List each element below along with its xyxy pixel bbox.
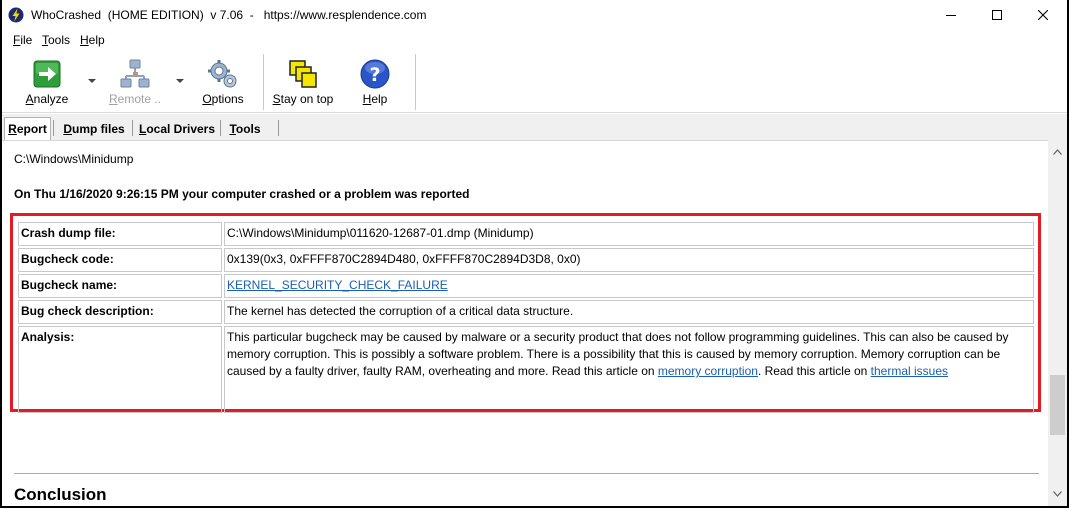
window-title: WhoCrashed (HOME EDITION) v 7.06 - https… bbox=[31, 8, 427, 22]
chevron-up-icon bbox=[1053, 149, 1062, 155]
vertical-scrollbar[interactable] bbox=[1048, 140, 1067, 506]
tab-separator bbox=[220, 120, 221, 136]
close-button[interactable] bbox=[1020, 0, 1066, 30]
remote-dropdown-arrow[interactable] bbox=[176, 79, 184, 83]
section-divider bbox=[14, 473, 1039, 474]
minidump-path: C:\Windows\Minidump bbox=[14, 152, 134, 166]
title-bar: WhoCrashed (HOME EDITION) v 7.06 - https… bbox=[2, 0, 1067, 30]
svg-text:?: ? bbox=[369, 64, 380, 86]
crash-heading: On Thu 1/16/2020 9:26:15 PM your compute… bbox=[14, 187, 470, 201]
table-row: Analysis: This particular bugcheck may b… bbox=[18, 326, 1034, 413]
tab-tools[interactable]: Tools bbox=[224, 118, 266, 140]
gears-icon bbox=[208, 60, 237, 88]
memory-corruption-link[interactable]: memory corruption bbox=[658, 364, 758, 378]
dump-file-label: Crash dump file: bbox=[18, 222, 222, 246]
scroll-up-button[interactable] bbox=[1048, 140, 1067, 164]
analyze-arrow-icon bbox=[33, 60, 61, 88]
minimize-button[interactable] bbox=[928, 0, 974, 30]
menu-help[interactable]: Help bbox=[80, 33, 105, 47]
table-row: Crash dump file: C:\Windows\Minidump\011… bbox=[18, 222, 1034, 246]
scroll-thumb[interactable] bbox=[1050, 375, 1065, 435]
tab-separator bbox=[132, 120, 133, 136]
remote-button[interactable]: Remote .. bbox=[105, 56, 165, 110]
bugcheck-name-cell: KERNEL_SECURITY_CHECK_FAILURE bbox=[224, 274, 1034, 298]
tab-dump-files[interactable]: Dump files bbox=[58, 118, 130, 140]
tab-report[interactable]: Report bbox=[4, 117, 51, 140]
app-window: WhoCrashed (HOME EDITION) v 7.06 - https… bbox=[2, 0, 1067, 506]
tab-local-drivers[interactable]: Local Drivers bbox=[137, 118, 217, 140]
toolbar: Analyze Remote .. Options Stay on top ? … bbox=[2, 50, 1067, 113]
description-value: The kernel has detected the corruption o… bbox=[224, 300, 1034, 324]
analyze-dropdown-arrow[interactable] bbox=[88, 79, 96, 83]
menu-tools[interactable]: Tools bbox=[42, 33, 70, 47]
scroll-down-button[interactable] bbox=[1048, 482, 1067, 506]
report-content[interactable]: C:\Windows\Minidump On Thu 1/16/2020 9:2… bbox=[2, 140, 1048, 506]
crash-info-table: Crash dump file: C:\Windows\Minidump\011… bbox=[16, 220, 1036, 415]
tab-bar: Report Dump files Local Drivers Tools bbox=[2, 114, 1067, 140]
conclusion-heading: Conclusion bbox=[14, 485, 107, 504]
chevron-down-icon bbox=[1053, 491, 1062, 497]
table-row: Bug check description: The kernel has de… bbox=[18, 300, 1034, 324]
analyze-button[interactable]: Analyze bbox=[19, 56, 75, 110]
menu-file[interactable]: File bbox=[13, 33, 32, 47]
menu-bar: File Tools Help bbox=[2, 30, 1067, 50]
lightning-app-icon bbox=[8, 7, 24, 23]
analysis-label: Analysis: bbox=[18, 326, 222, 413]
bugcheck-name-link[interactable]: KERNEL_SECURITY_CHECK_FAILURE bbox=[227, 278, 448, 292]
network-icon bbox=[120, 59, 150, 88]
maximize-icon bbox=[992, 10, 1002, 20]
close-icon bbox=[1038, 10, 1048, 20]
help-question-icon: ? bbox=[360, 59, 390, 89]
minimize-icon bbox=[946, 15, 956, 16]
maximize-button[interactable] bbox=[974, 0, 1020, 30]
table-row: Bugcheck code: 0x139(0x3, 0xFFFF870C2894… bbox=[18, 248, 1034, 272]
bugcheck-code-label: Bugcheck code: bbox=[18, 248, 222, 272]
bugcheck-code-value: 0x139(0x3, 0xFFFF870C2894D480, 0xFFFF870… bbox=[224, 248, 1034, 272]
stay-on-top-button[interactable]: Stay on top bbox=[270, 56, 336, 110]
analysis-value: This particular bugcheck may be caused b… bbox=[224, 326, 1034, 413]
table-row: Bugcheck name: KERNEL_SECURITY_CHECK_FAI… bbox=[18, 274, 1034, 298]
toolbar-separator bbox=[415, 54, 416, 110]
thermal-issues-link[interactable]: thermal issues bbox=[871, 364, 948, 378]
toolbar-separator bbox=[263, 54, 264, 110]
stacked-windows-icon bbox=[289, 60, 317, 88]
options-button[interactable]: Options bbox=[195, 56, 251, 110]
tab-separator bbox=[53, 120, 54, 136]
help-button[interactable]: ? Help bbox=[352, 56, 398, 110]
dump-file-value: C:\Windows\Minidump\011620-12687-01.dmp … bbox=[224, 222, 1034, 246]
description-label: Bug check description: bbox=[18, 300, 222, 324]
bugcheck-name-label: Bugcheck name: bbox=[18, 274, 222, 298]
tab-separator bbox=[278, 120, 279, 136]
